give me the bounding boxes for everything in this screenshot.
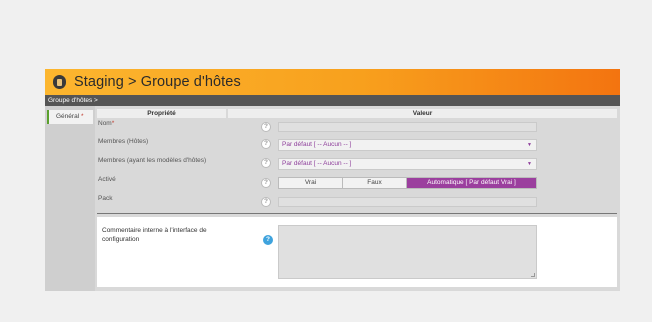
help-icon[interactable]: ? bbox=[261, 122, 271, 132]
active-option-auto[interactable]: Automatique [ Par défaut Vrai ] bbox=[407, 178, 536, 188]
form-content: Propriété Valeur Nom* ? Membres (Hôtes) … bbox=[95, 106, 620, 291]
column-header-property: Propriété bbox=[97, 109, 226, 118]
membres-label: Membres (Hôtes) bbox=[98, 138, 149, 145]
active-option-vrai[interactable]: Vrai bbox=[279, 178, 343, 188]
active-label: Activé bbox=[98, 176, 116, 183]
membres-modeles-select[interactable]: Par défaut [ -- Aucun -- ] ▼ bbox=[278, 158, 537, 170]
tab-general[interactable]: Général * bbox=[47, 110, 93, 124]
sidebar: Général * bbox=[45, 106, 95, 291]
database-icon bbox=[53, 75, 66, 89]
pack-label: Pack bbox=[98, 195, 113, 202]
tab-general-label: Général bbox=[56, 113, 80, 120]
help-icon[interactable]: ? bbox=[261, 178, 271, 188]
page-title: Staging > Groupe d'hôtes bbox=[74, 74, 241, 90]
caret-down-icon: ▼ bbox=[527, 161, 532, 167]
active-toggle-group: Vrai Faux Automatique [ Par défaut Vrai … bbox=[278, 177, 537, 189]
divider bbox=[97, 213, 617, 214]
column-header-value: Valeur bbox=[228, 109, 617, 118]
pack-input[interactable] bbox=[278, 197, 537, 207]
membres-modeles-label: Membres (ayant les modèles d'hôtes) bbox=[98, 157, 207, 164]
page-header: Staging > Groupe d'hôtes bbox=[45, 69, 620, 95]
breadcrumb[interactable]: Groupe d'hôtes > bbox=[45, 95, 620, 106]
required-mark: * bbox=[111, 120, 115, 127]
help-icon[interactable]: ? bbox=[261, 139, 271, 149]
comment-label: Commentaire interne à l'interface de con… bbox=[102, 227, 207, 243]
membres-select-value: Par défaut [ -- Aucun -- ] bbox=[282, 141, 352, 148]
active-option-faux[interactable]: Faux bbox=[343, 178, 407, 188]
caret-down-icon: ▼ bbox=[527, 142, 532, 148]
comment-section: Commentaire interne à l'interface de con… bbox=[97, 217, 617, 287]
comment-textarea[interactable] bbox=[278, 225, 537, 279]
help-icon[interactable]: ? bbox=[263, 235, 273, 245]
help-icon[interactable]: ? bbox=[261, 158, 271, 168]
nom-label: Nom* bbox=[98, 120, 114, 127]
membres-modeles-select-value: Par défaut [ -- Aucun -- ] bbox=[282, 160, 352, 167]
nom-label-text: Nom bbox=[98, 120, 112, 127]
required-mark: * bbox=[80, 113, 84, 120]
config-frame: Staging > Groupe d'hôtes Groupe d'hôtes … bbox=[45, 69, 620, 291]
resize-grip-icon[interactable] bbox=[531, 273, 535, 277]
nom-input[interactable] bbox=[278, 122, 537, 132]
help-icon[interactable]: ? bbox=[261, 197, 271, 207]
membres-select[interactable]: Par défaut [ -- Aucun -- ] ▼ bbox=[278, 139, 537, 151]
